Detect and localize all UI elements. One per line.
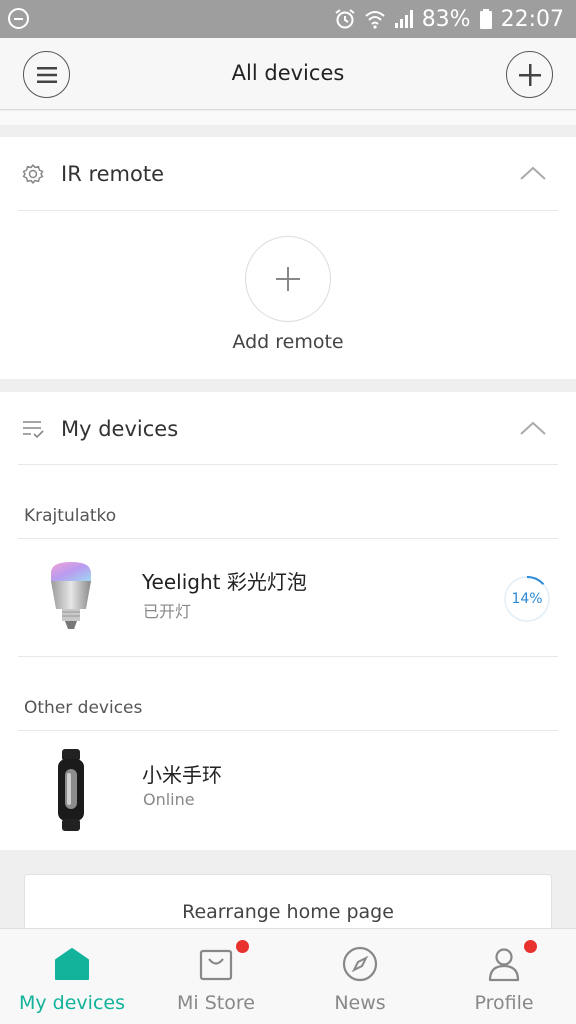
ir-remote-card: IR remote Add remote xyxy=(0,137,576,379)
checklist-icon xyxy=(23,421,44,439)
plus-icon xyxy=(518,63,541,86)
my-devices-title: My devices xyxy=(61,417,179,441)
device-name: Yeelight 彩光灯泡 xyxy=(142,570,307,594)
device-name: 小米手环 xyxy=(142,763,222,787)
gear-icon xyxy=(22,164,44,184)
my-devices-card: My devices Krajtulatko Yeelight 彩光灯泡 已开灯… xyxy=(0,392,576,850)
page-title: All devices xyxy=(231,61,345,85)
add-device-button[interactable] xyxy=(506,51,553,98)
tab-mi-store[interactable]: Mi Store xyxy=(144,929,288,1024)
tab-my-devices[interactable]: My devices xyxy=(0,929,144,1024)
light-bulb-icon xyxy=(51,562,91,629)
alarm-icon xyxy=(335,9,355,29)
clock: 22:07 xyxy=(500,6,564,32)
top-strip xyxy=(0,111,576,125)
group-label-krajtulatko: Krajtulatko xyxy=(24,506,117,526)
rearrange-label: Rearrange home page xyxy=(182,901,394,923)
add-remote-button[interactable] xyxy=(245,236,331,322)
progress-percent: 14% xyxy=(511,591,543,607)
ir-remote-header[interactable]: IR remote xyxy=(0,137,576,211)
bottom-nav: My devices Mi Store News Profile xyxy=(0,928,576,1024)
divider xyxy=(18,656,558,657)
status-bar: 83% 22:07 xyxy=(0,0,576,38)
tab-label: News xyxy=(334,992,386,1014)
signal-icon xyxy=(394,10,413,28)
device-row-mi-band[interactable]: 小米手环 Online xyxy=(0,731,576,850)
chevron-up-icon[interactable] xyxy=(520,420,546,436)
person-icon xyxy=(488,948,520,982)
add-remote-label[interactable]: Add remote xyxy=(0,331,576,353)
compass-icon xyxy=(342,946,378,982)
tab-news[interactable]: News xyxy=(288,929,432,1024)
fitness-band-icon xyxy=(58,749,84,831)
divider xyxy=(18,210,558,211)
device-status: 已开灯 xyxy=(143,602,192,621)
do-not-disturb-icon xyxy=(8,8,29,29)
ir-remote-title: IR remote xyxy=(61,162,165,186)
app-header: All devices xyxy=(0,38,576,110)
battery-icon xyxy=(479,9,492,29)
tab-label: Profile xyxy=(474,992,534,1014)
notification-badge xyxy=(236,940,249,953)
device-row-yeelight[interactable]: Yeelight 彩光灯泡 已开灯 14% xyxy=(0,539,576,656)
tab-profile[interactable]: Profile xyxy=(432,929,576,1024)
tab-label: Mi Store xyxy=(177,992,255,1014)
battery-percent: 83% xyxy=(421,6,471,32)
notification-badge xyxy=(524,940,537,953)
my-devices-header[interactable]: My devices xyxy=(0,392,576,466)
home-icon xyxy=(55,948,89,980)
tab-label: My devices xyxy=(19,992,125,1014)
shopping-bag-icon xyxy=(199,949,233,981)
status-bar-right: 83% 22:07 xyxy=(334,0,564,38)
divider xyxy=(18,464,558,465)
group-label-other-devices: Other devices xyxy=(24,698,143,718)
chevron-up-icon[interactable] xyxy=(520,165,546,181)
device-progress-ring: 14% xyxy=(503,575,551,623)
plus-icon xyxy=(276,267,300,291)
device-status: Online xyxy=(143,790,195,809)
wifi-icon xyxy=(365,11,385,29)
